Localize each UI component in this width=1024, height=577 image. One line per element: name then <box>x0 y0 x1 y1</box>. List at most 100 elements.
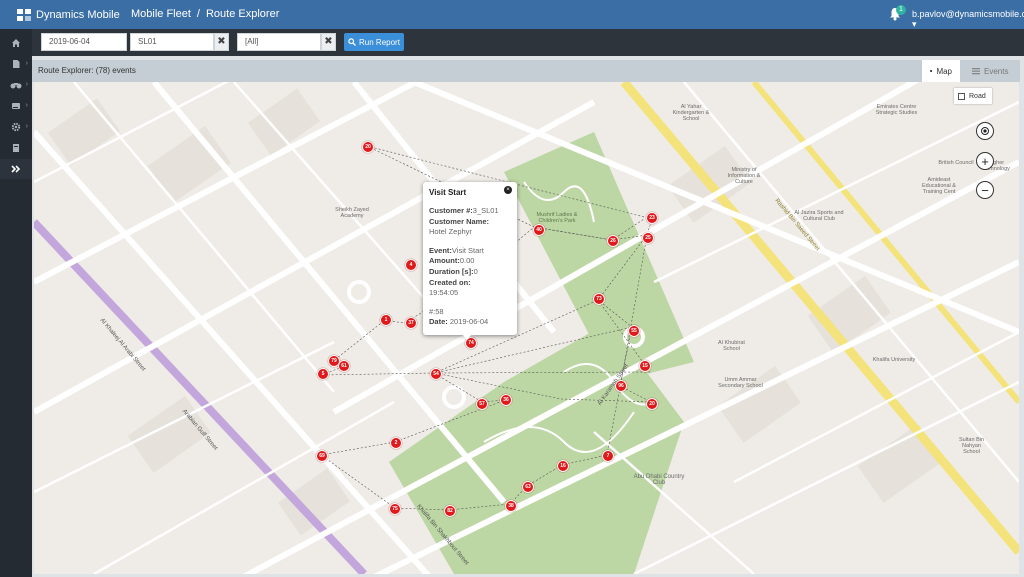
route-marker[interactable]: 20 <box>362 141 374 153</box>
breadcrumb: Mobile Fleet / Route Explorer <box>131 8 279 20</box>
filter-bar: 2019-06-04 SL01 ✖ [All] ✖ Run Report <box>32 29 1024 56</box>
event-popup: Visit Start × Customer #:3_SL01 Customer… <box>423 182 517 335</box>
route-clear-button[interactable]: ✖ <box>214 33 229 51</box>
route-marker[interactable]: 57 <box>476 398 488 410</box>
amount-label: Amount: <box>429 256 460 266</box>
route-marker[interactable]: 25 <box>642 232 654 244</box>
sidebar-item-fleet[interactable]: › <box>0 75 32 95</box>
document-icon <box>13 60 20 68</box>
map-label: Mushrif Ladies & Children's Park <box>536 212 578 224</box>
map-label: British Council <box>938 160 974 166</box>
route-marker[interactable]: 63 <box>522 481 534 493</box>
customer-number-label: Customer #: <box>429 206 473 215</box>
customer-number: 3_SL01 <box>472 206 499 215</box>
panel-header: Route Explorer: (78) events Map Events <box>32 60 1020 82</box>
route-marker[interactable]: 7 <box>602 450 614 462</box>
binoculars-icon <box>10 83 22 89</box>
customer-name: Hotel Zephyr <box>429 227 472 237</box>
tab-events-label: Events <box>984 66 1009 76</box>
zoom-in-button[interactable]: + <box>976 152 994 170</box>
layer-switcher[interactable]: Road <box>954 88 992 104</box>
route-marker[interactable]: 5 <box>317 368 329 380</box>
date-label: Date: <box>429 317 448 327</box>
route-input[interactable]: SL01 <box>130 33 214 51</box>
popup-body: Customer #:3_SL01 Customer Name: Hotel Z… <box>429 206 499 328</box>
event-number: #:58 <box>429 306 444 316</box>
route-marker[interactable]: 37 <box>405 317 417 329</box>
route-marker[interactable]: 54 <box>430 368 442 380</box>
app-logo[interactable]: Dynamics Mobile <box>17 7 120 23</box>
locate-button[interactable] <box>976 122 994 140</box>
map-label: Umm Ammar Secondary School <box>718 377 763 389</box>
route-map[interactable]: 20 40 23 25 26 4 73 55 1 37 74 79 61 5 5… <box>34 82 1019 574</box>
map-label: Sultan Bin Nahyan School <box>958 437 985 455</box>
route-marker[interactable]: 69 <box>316 450 328 462</box>
route-marker[interactable]: 82 <box>444 505 456 517</box>
customer-clear-button[interactable]: ✖ <box>321 33 336 51</box>
breadcrumb-separator: / <box>196 8 200 20</box>
map-label: Ministry of Information & Culture <box>727 167 761 185</box>
user-email: b.pavlov@dynamicsmobile.com <box>912 9 1024 19</box>
sidebar-item-storage[interactable]: › <box>0 96 32 116</box>
sidebar-item-documents[interactable]: › <box>0 54 32 74</box>
route-marker[interactable]: 4 <box>405 259 417 271</box>
route-marker[interactable]: 26 <box>607 235 619 247</box>
duration-label: Duration [s]: <box>429 266 474 276</box>
created-label: Created on: <box>429 277 471 287</box>
route-marker[interactable]: 73 <box>593 293 605 305</box>
sidebar-item-book[interactable] <box>0 138 32 158</box>
event-label: Event: <box>429 245 452 255</box>
chevron-right-icon: › <box>25 60 28 67</box>
map-label: Emirates Centre Strategic Studies <box>875 104 918 116</box>
map-label: Amideast Educational & Training Cent <box>922 177 956 195</box>
route-marker[interactable]: 75 <box>389 503 401 515</box>
panel-title: Route Explorer: (78) events <box>38 66 136 75</box>
route-marker[interactable]: 40 <box>533 224 545 236</box>
route-marker[interactable]: 55 <box>628 325 640 337</box>
route-marker[interactable]: 23 <box>646 212 658 224</box>
route-marker[interactable]: 61 <box>338 360 350 372</box>
close-icon[interactable]: × <box>504 186 512 194</box>
route-marker[interactable]: 36 <box>500 394 512 406</box>
sidebar-item-home[interactable] <box>0 33 32 53</box>
route-marker[interactable]: 2 <box>390 437 402 449</box>
search-icon <box>348 38 356 46</box>
amount-value: 0.00 <box>459 256 475 266</box>
user-menu[interactable]: b.pavlov@dynamicsmobile.com ▾ <box>912 9 1024 30</box>
map-label: Khalifa University <box>872 357 916 363</box>
tab-events[interactable]: Events <box>964 60 1019 82</box>
map-label: Sheikh Zayed Academy <box>335 207 369 219</box>
sidebar-expand-button[interactable] <box>0 159 32 179</box>
chevron-right-icon: › <box>25 123 28 130</box>
route-marker[interactable]: 16 <box>557 460 569 472</box>
top-bar: Dynamics Mobile Mobile Fleet / Route Exp… <box>0 0 1024 29</box>
map-canvas[interactable] <box>34 82 1019 574</box>
chevron-right-icon: › <box>25 81 28 88</box>
drive-icon <box>12 103 20 109</box>
tab-map-label: Map <box>936 66 952 76</box>
run-report-button[interactable]: Run Report <box>344 33 404 51</box>
logo-grid-icon <box>17 9 31 21</box>
target-icon <box>981 127 989 135</box>
customer-input[interactable]: [All] <box>237 33 321 51</box>
customer-name-label: Customer Name: <box>429 216 490 226</box>
date-input[interactable]: 2019-06-04 <box>41 33 127 51</box>
user-caret: ▾ <box>912 19 917 29</box>
notification-badge: 1 <box>896 5 906 15</box>
map-label: Al Yahar Kindergarten & School <box>672 104 710 122</box>
tab-map[interactable]: Map <box>922 60 960 82</box>
app-title: Dynamics Mobile <box>36 9 120 21</box>
breadcrumb-page: Route Explorer <box>205 8 280 20</box>
map-layer-icon <box>958 92 965 100</box>
route-marker[interactable]: 38 <box>505 500 517 512</box>
book-icon <box>13 144 19 152</box>
breadcrumb-module[interactable]: Mobile Fleet <box>131 8 191 20</box>
zoom-out-button[interactable]: − <box>976 181 994 199</box>
list-icon <box>972 68 980 75</box>
sidebar-item-settings[interactable]: › <box>0 117 32 137</box>
route-marker[interactable]: 1 <box>380 314 392 326</box>
created-value: 19:54:05 <box>429 288 459 298</box>
route-marker[interactable]: 15 <box>639 360 651 372</box>
route-marker[interactable]: 20 <box>646 398 658 410</box>
gear-icon <box>11 122 21 132</box>
